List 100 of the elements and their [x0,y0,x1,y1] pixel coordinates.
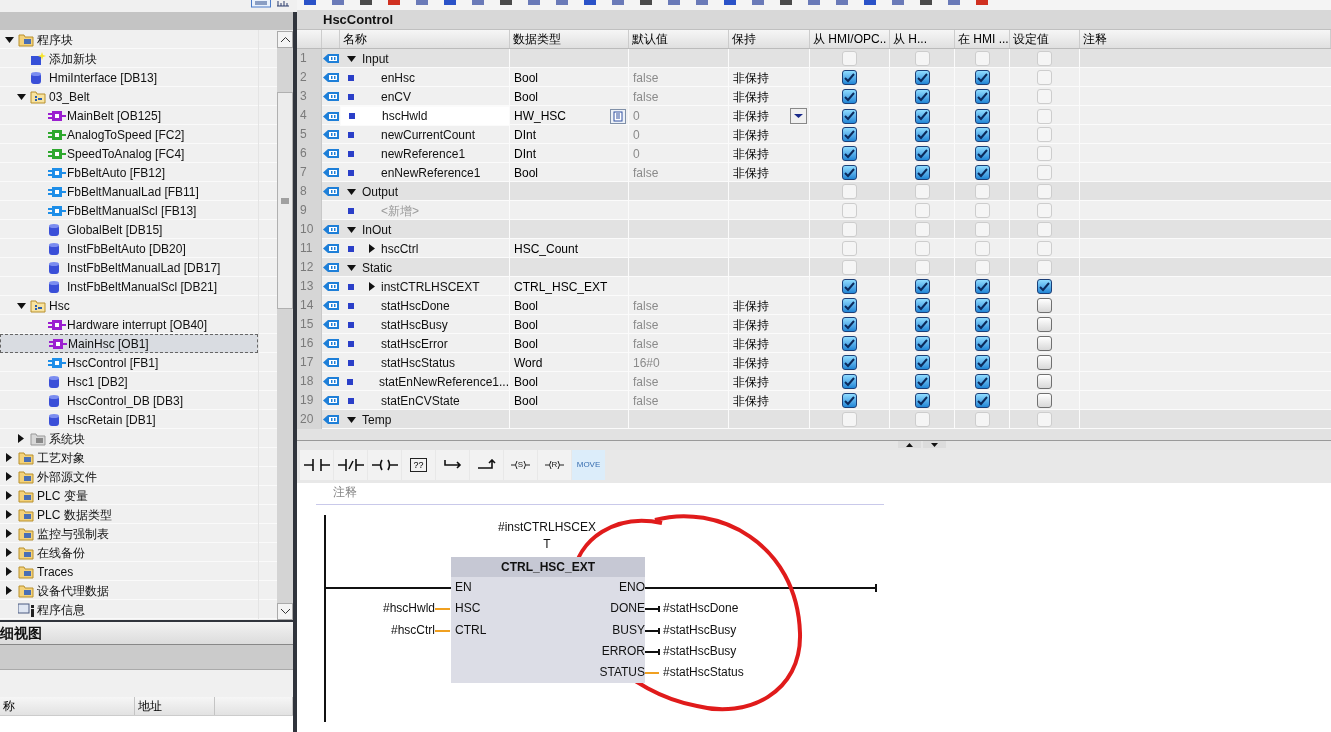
tree-item[interactable]: InstFbBeltAuto [DB20] [0,239,258,258]
checkbox[interactable] [914,165,930,180]
tree-item[interactable]: 在线备份 [0,543,258,562]
splitter-down-icon[interactable] [923,441,946,448]
checkbox[interactable] [974,146,990,161]
tree-item[interactable]: 监控与强制表 [0,524,258,543]
tree-item[interactable]: 添加新块 [0,49,258,68]
tree-item[interactable]: HscControl [FB1] [0,353,258,372]
checkbox[interactable] [1037,317,1052,332]
checkbox[interactable] [1037,393,1052,408]
checkbox[interactable] [974,374,990,389]
toolbar-icon[interactable] [387,0,401,6]
collapse-arrow-icon[interactable] [16,93,26,100]
toolbar-icon[interactable] [835,0,849,6]
instruction-button[interactable] [334,450,367,480]
toolbar-icon[interactable] [359,0,373,6]
checkbox[interactable] [842,146,857,161]
checkbox[interactable] [914,298,930,313]
toolbar-icon[interactable] [863,0,877,6]
collapse-arrow-icon[interactable] [16,302,26,309]
checkbox[interactable] [914,89,930,104]
instruction-button[interactable] [470,450,503,480]
tree-item[interactable]: SpeedToAnalog [FC4] [0,144,258,163]
checkbox[interactable] [974,89,990,104]
checkbox[interactable] [842,108,857,124]
column-header[interactable]: 数据类型 [510,30,629,48]
checkbox[interactable] [914,279,930,294]
tree-item[interactable]: 设备代理数据 [0,581,258,600]
checkbox[interactable] [974,298,990,313]
tree-item[interactable]: 工艺对象 [0,448,258,467]
expand-arrow-icon[interactable] [6,567,12,576]
toolbar-icon[interactable] [919,0,933,6]
column-header[interactable]: 在 HMI ... [955,30,1010,48]
column-header[interactable]: 注释 [1080,30,1331,48]
checkbox[interactable] [974,108,990,124]
checkbox[interactable] [914,108,930,124]
checkbox[interactable] [974,70,990,85]
toolbar-icon[interactable] [751,0,765,6]
checkbox[interactable] [914,393,930,408]
checkbox[interactable] [842,374,857,389]
toolbar-icon[interactable] [527,0,541,6]
column-header[interactable]: 名称 [340,30,510,48]
checkbox[interactable] [914,127,930,142]
tree-item[interactable]: 程序信息 [0,600,258,619]
tree-item[interactable]: MainBelt [OB125] [0,106,258,125]
checkbox[interactable] [842,89,857,104]
toolbar-icon[interactable] [415,0,429,6]
collapse-arrow-icon[interactable] [4,36,14,43]
toolbar-icon[interactable] [555,0,569,6]
checkbox[interactable] [914,355,930,370]
checkbox[interactable] [842,355,857,370]
toolbar-icon[interactable] [499,0,513,6]
tree-item[interactable]: Traces [0,562,258,581]
tree-item[interactable]: InstFbBeltManualScl [DB21] [0,277,258,296]
tree-item[interactable]: HscControl_DB [DB3] [0,391,258,410]
checkbox[interactable] [1037,298,1052,313]
column-header[interactable]: 设定值 [1010,30,1080,48]
toolbar-icon[interactable] [583,0,597,6]
expand-arrow-icon[interactable] [6,510,12,519]
checkbox[interactable] [842,127,857,142]
toolbar-icon[interactable] [471,0,485,6]
checkbox[interactable] [842,279,857,294]
checkbox[interactable] [914,374,930,389]
toolbar-icon[interactable] [331,0,345,6]
instruction-button[interactable]: R [538,450,571,480]
operand-label[interactable]: #hscCtrl [391,623,435,637]
checkbox[interactable] [1037,355,1052,370]
name-cell[interactable]: Temp [340,410,510,429]
checkbox[interactable] [842,317,857,332]
list-button-icon[interactable] [610,108,626,124]
column-header[interactable]: 称 [0,697,135,715]
instruction-button[interactable]: MOVE [572,450,605,480]
checkbox[interactable] [974,279,990,294]
tree-item[interactable]: 程序块 [0,30,258,49]
checkbox[interactable] [974,393,990,408]
toolbar-icon[interactable] [891,0,905,6]
column-header[interactable]: 默认值 [629,30,729,48]
collapse-arrow-icon[interactable] [346,188,356,195]
expand-arrow-icon[interactable] [6,453,12,462]
checkbox[interactable] [842,298,857,313]
expand-arrow-icon[interactable] [6,529,12,538]
toolbar-icon[interactable] [443,0,457,6]
operand-label[interactable]: #statHscBusy [663,644,737,658]
toolbar-icon[interactable] [303,0,317,6]
tree-item[interactable]: FbBeltManualLad [FB11] [0,182,258,201]
grip-icon[interactable] [281,197,289,204]
column-header[interactable]: 从 H... [890,30,955,48]
checkbox[interactable] [974,317,990,332]
expand-arrow-icon[interactable] [368,282,375,291]
operand-label[interactable]: #statHscBusy [663,623,737,637]
tree-item[interactable]: 系统块 [0,429,258,448]
tree-item[interactable]: 03_Belt [0,87,258,106]
tree-item[interactable]: AnalogToSpeed [FC2] [0,125,258,144]
checkbox[interactable] [914,336,930,351]
instruction-button[interactable]: S [504,450,537,480]
scroll-down-icon[interactable] [280,609,290,614]
expand-arrow-icon[interactable] [6,491,12,500]
checkbox[interactable] [1037,374,1052,389]
grid-view-icon[interactable] [277,0,289,7]
operand-label[interactable]: #statHscStatus [663,665,744,679]
